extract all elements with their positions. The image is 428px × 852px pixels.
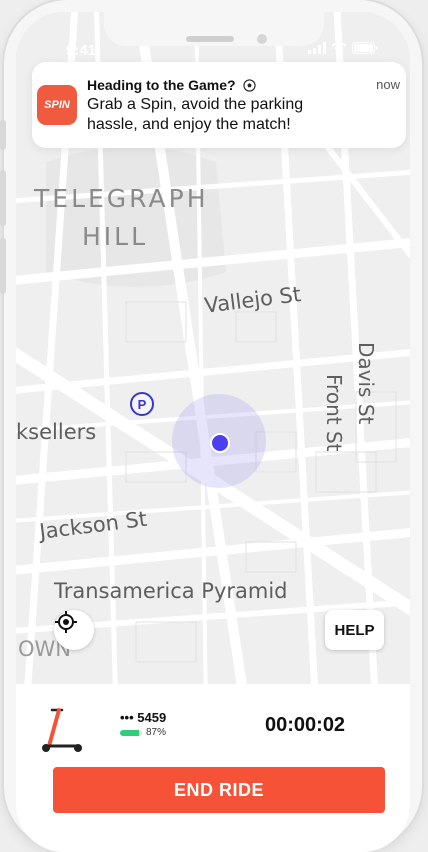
spin-app-icon: SPIN bbox=[37, 85, 77, 125]
vehicle-id: ••• 5459 bbox=[120, 710, 167, 725]
speaker-grille bbox=[186, 36, 234, 42]
map-label-telegraph: TELEGRAPH bbox=[34, 184, 209, 213]
ride-timer: 00:00:02 bbox=[265, 714, 346, 736]
vehicle-battery-fill bbox=[120, 730, 140, 736]
notification-title-row: Heading to the Game? bbox=[87, 77, 257, 95]
phone-side-button bbox=[0, 238, 6, 294]
status-icons bbox=[308, 42, 378, 54]
front-camera bbox=[257, 34, 267, 44]
parking-marker-icon[interactable]: P bbox=[130, 392, 154, 416]
map-label-hill: HILL bbox=[82, 222, 149, 251]
notification-body: Grab a Spin, avoid the parking hassle, a… bbox=[87, 96, 304, 133]
notification-time: now bbox=[376, 77, 400, 92]
current-location-dot bbox=[210, 433, 230, 453]
map-label-front-st: Front St bbox=[322, 374, 346, 452]
map-label-ksellers: ksellers bbox=[16, 420, 97, 444]
scooter-icon bbox=[42, 708, 82, 752]
phone-screen: TELEGRAPH HILL Vallejo St Davis St Front… bbox=[16, 12, 410, 852]
vehicle-battery-percent: 87% bbox=[146, 727, 167, 738]
phone-side-button bbox=[0, 120, 6, 150]
end-ride-button[interactable]: END RIDE bbox=[53, 767, 385, 813]
help-button[interactable]: HELP bbox=[325, 610, 384, 650]
wifi-icon bbox=[331, 42, 347, 54]
push-notification[interactable]: SPIN Heading to the Game? now Grab a Spi… bbox=[32, 62, 406, 148]
crosshair-icon bbox=[55, 611, 77, 633]
notch bbox=[104, 12, 324, 46]
recenter-button[interactable] bbox=[54, 610, 94, 650]
notification-title: Heading to the Game? bbox=[87, 77, 236, 93]
map-label-davis-st: Davis St bbox=[354, 342, 378, 425]
soccer-ball-icon bbox=[243, 79, 257, 95]
battery-status-icon bbox=[352, 42, 378, 54]
map-label-transamerica-pyramid: Transamerica Pyramid bbox=[54, 579, 288, 603]
vehicle-battery-bar bbox=[120, 730, 142, 736]
status-time: 9:41 bbox=[66, 42, 97, 59]
phone-side-button bbox=[0, 170, 6, 226]
ride-panel: ••• 5459 87% 00:00:02 END RIDE bbox=[16, 684, 410, 852]
